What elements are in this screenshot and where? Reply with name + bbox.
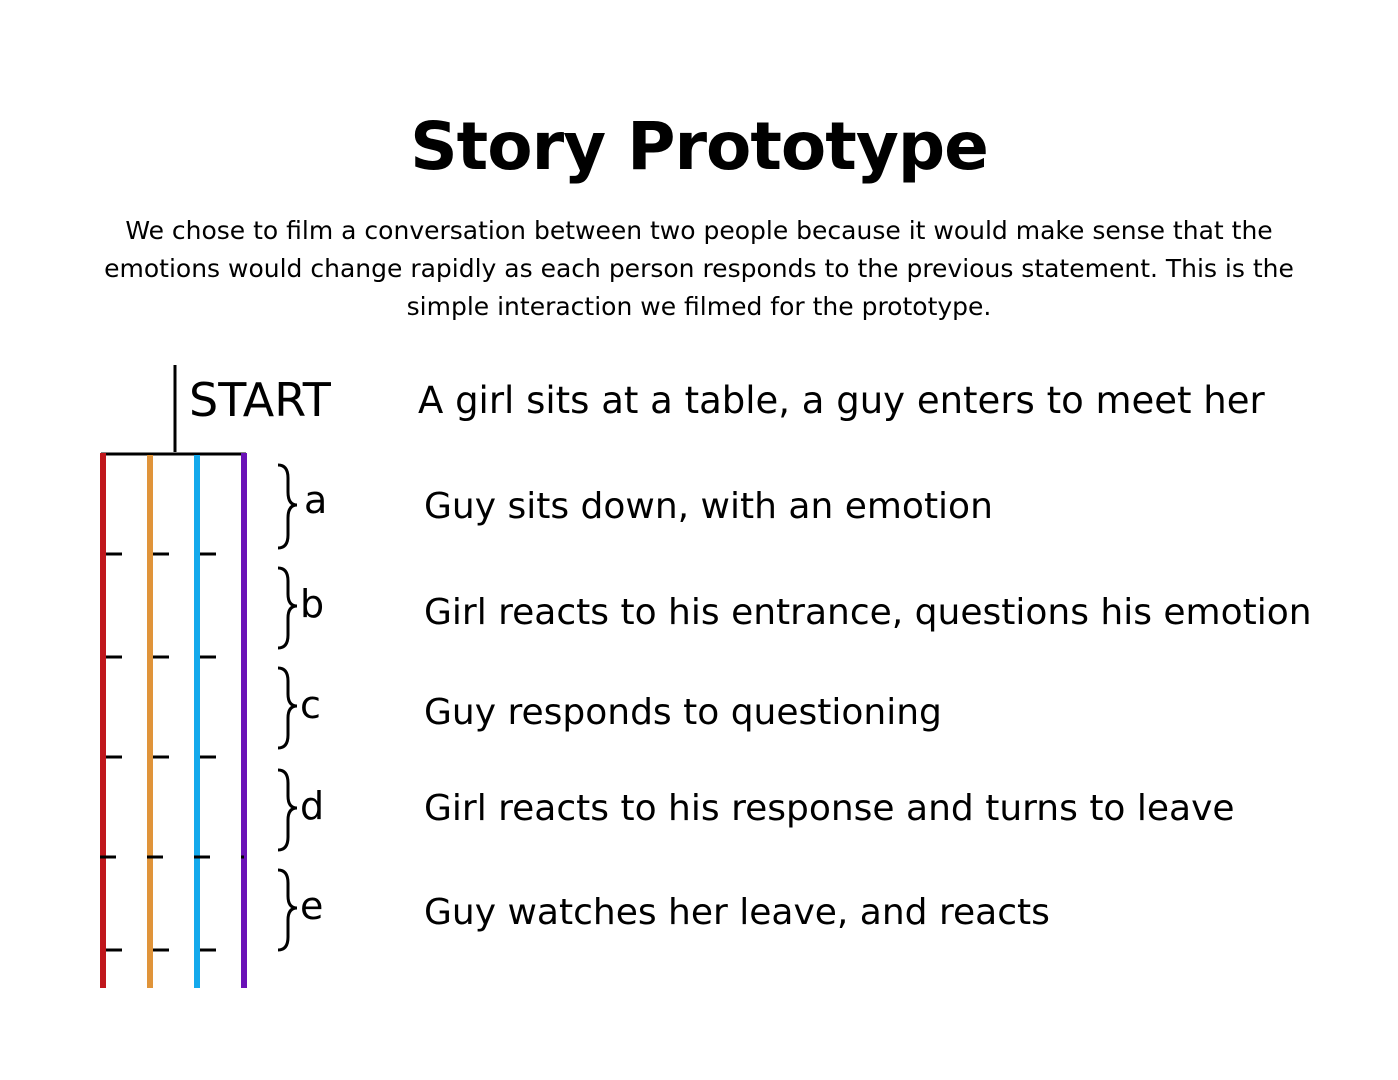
brace-a xyxy=(277,463,298,550)
start-label: START xyxy=(189,373,331,427)
segment-label-d: d xyxy=(300,784,325,828)
segment-description-c: Guy responds to questioning xyxy=(424,692,942,733)
brace-e xyxy=(277,868,298,952)
segment-label-b: b xyxy=(300,582,325,626)
segment-label-a: a xyxy=(304,478,328,522)
segment-label-e: e xyxy=(300,884,324,928)
brace-d xyxy=(277,768,298,852)
segment-label-c: c xyxy=(300,683,321,727)
start-description: A girl sits at a table, a guy enters to … xyxy=(418,379,1265,422)
segment-description-b: Girl reacts to his entrance, questions h… xyxy=(424,592,1312,633)
segment-description-e: Guy watches her leave, and reacts xyxy=(424,892,1050,933)
brace-b xyxy=(277,566,298,650)
segment-description-d: Girl reacts to his response and turns to… xyxy=(424,788,1235,829)
brace-c xyxy=(277,666,298,750)
story-timeline-diagram: START A girl sits at a table, a guy ente… xyxy=(0,0,1398,1080)
segment-description-a: Guy sits down, with an emotion xyxy=(424,486,993,527)
